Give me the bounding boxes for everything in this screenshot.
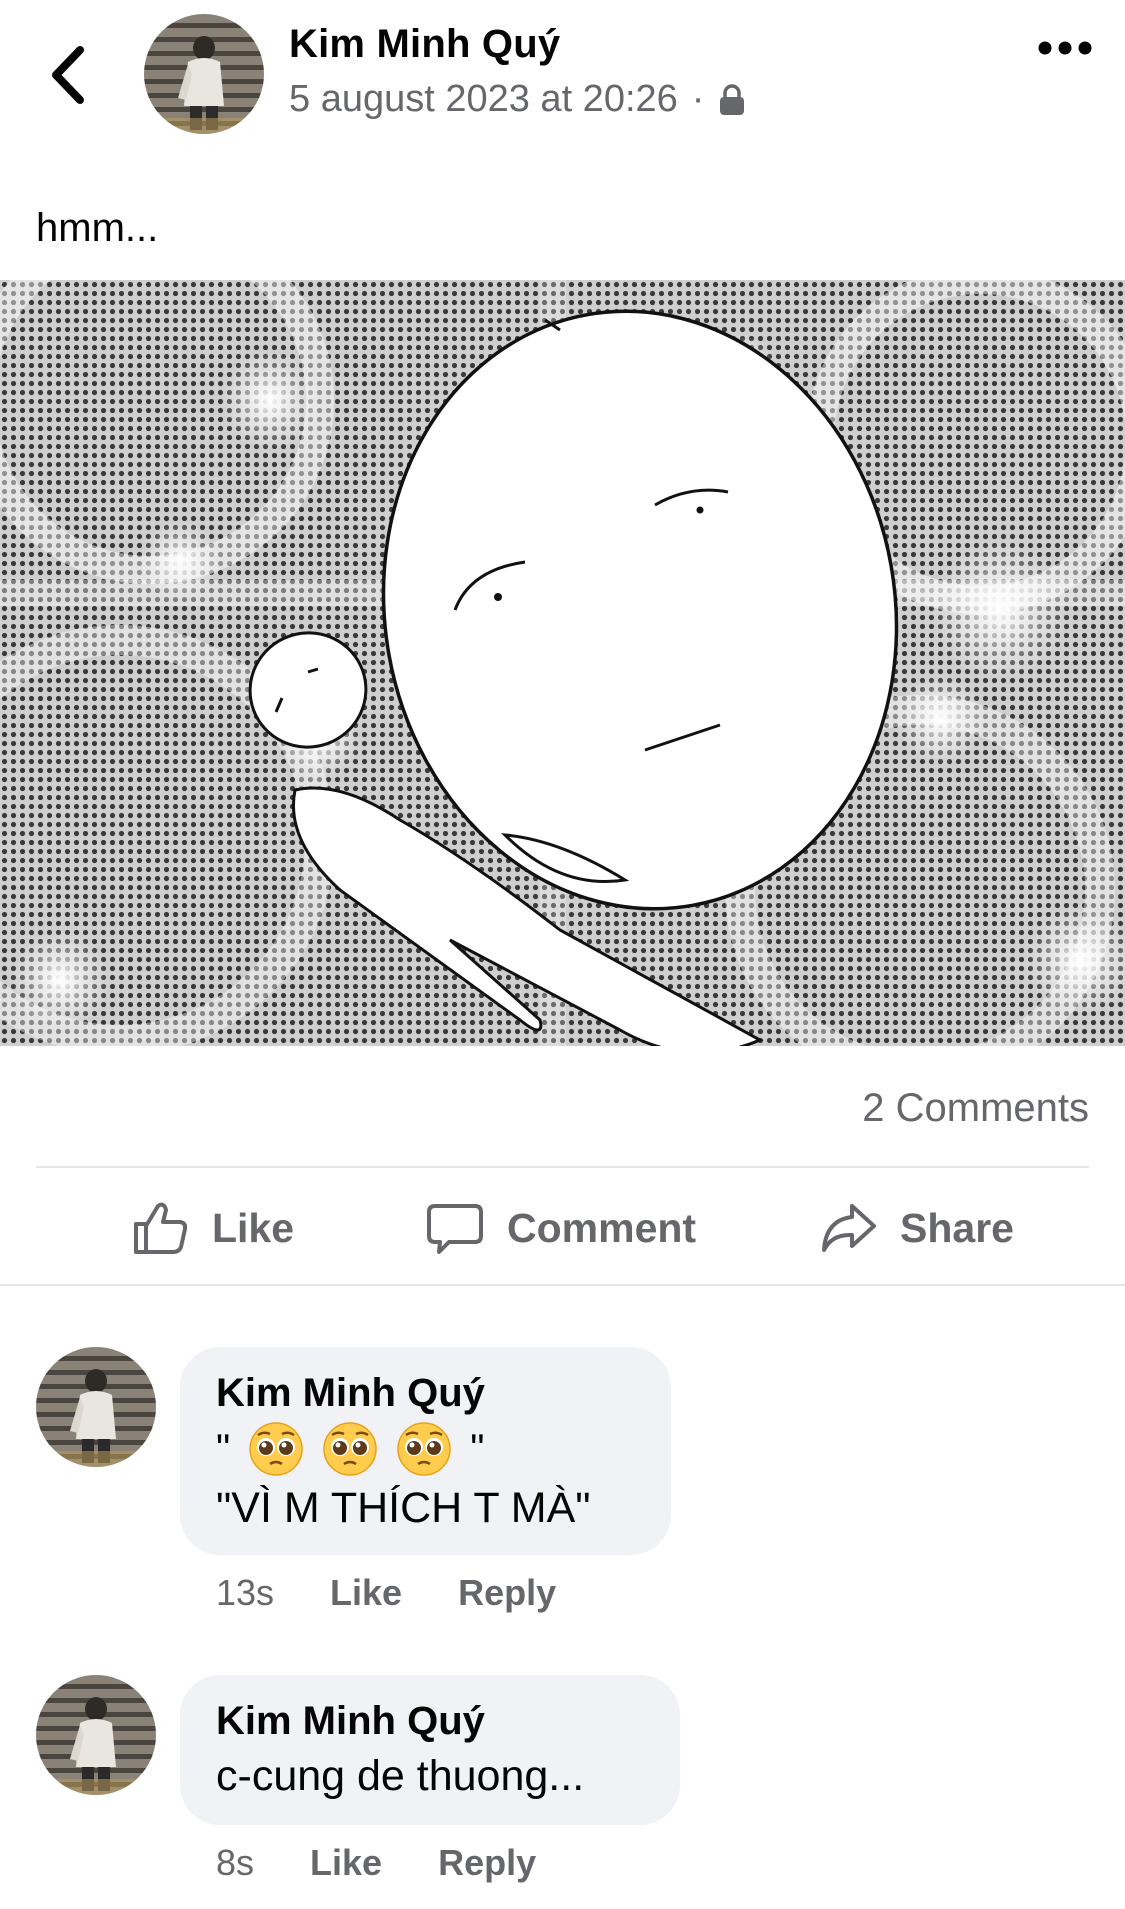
- post-timestamp[interactable]: 5 august 2023 at 20:26: [289, 78, 678, 121]
- thumbs-up-icon: [134, 1202, 188, 1254]
- comment-bubble: Kim Minh Quý " " "VÌ M THÍCH T MÀ": [180, 1347, 671, 1555]
- share-button[interactable]: Share: [818, 1190, 1014, 1266]
- pleading-face-icon: [396, 1421, 452, 1477]
- comment-text: "VÌ M THÍCH T MÀ": [216, 1484, 591, 1532]
- post-image[interactable]: [0, 280, 1125, 1046]
- comment-meta: 13s Like Reply: [216, 1572, 556, 1614]
- comment-time: 8s: [216, 1842, 255, 1883]
- open-quote: ": [216, 1426, 231, 1471]
- comments-count[interactable]: 2 Comments: [862, 1086, 1089, 1131]
- comment-time: 13s: [216, 1572, 275, 1613]
- author-name[interactable]: Kim Minh Quý: [289, 22, 560, 67]
- lock-icon: [720, 83, 745, 115]
- chevron-left-icon: [52, 46, 84, 104]
- comment-text: c-cung de thuong...: [216, 1752, 585, 1800]
- meta-separator: ·: [691, 78, 705, 120]
- commenter-name[interactable]: Kim Minh Quý: [216, 1695, 644, 1747]
- avatar-image: [36, 1675, 156, 1795]
- divider: [0, 1284, 1125, 1286]
- avatar-image: [36, 1347, 156, 1467]
- post-text: hmm...: [36, 206, 159, 250]
- divider: [36, 1166, 1089, 1168]
- commenter-avatar[interactable]: [36, 1347, 156, 1467]
- comment-emoji-line: " ": [216, 1419, 635, 1479]
- comment-reply-button[interactable]: Reply: [438, 1842, 536, 1884]
- commenter-name[interactable]: Kim Minh Quý: [216, 1367, 635, 1419]
- comment-icon: [427, 1204, 483, 1254]
- author-avatar[interactable]: [144, 14, 264, 134]
- comment-button[interactable]: Comment: [425, 1190, 696, 1266]
- meme-illustration: [0, 280, 1125, 1046]
- avatar-image: [144, 14, 264, 134]
- share-label: Share: [900, 1204, 1014, 1251]
- comment-label: Comment: [507, 1204, 697, 1251]
- comment-meta: 8s Like Reply: [216, 1842, 536, 1884]
- pleading-face-icon: [248, 1421, 304, 1477]
- close-quote: ": [470, 1426, 485, 1471]
- post-meta: 5 august 2023 at 20:26 ·: [289, 78, 746, 121]
- like-button[interactable]: Like: [130, 1190, 294, 1266]
- share-icon: [822, 1204, 876, 1252]
- like-label: Like: [212, 1204, 295, 1251]
- commenter-avatar[interactable]: [36, 1675, 156, 1795]
- pleading-face-icon: [322, 1421, 378, 1477]
- more-options-button[interactable]: [1032, 26, 1098, 70]
- comment-reply-button[interactable]: Reply: [458, 1572, 556, 1614]
- comment-like-button[interactable]: Like: [330, 1572, 402, 1614]
- comment-bubble: Kim Minh Quý c-cung de thuong...: [180, 1675, 680, 1825]
- more-horizontal-icon: [1038, 41, 1092, 55]
- back-button[interactable]: [42, 40, 102, 110]
- comment-like-button[interactable]: Like: [310, 1842, 382, 1884]
